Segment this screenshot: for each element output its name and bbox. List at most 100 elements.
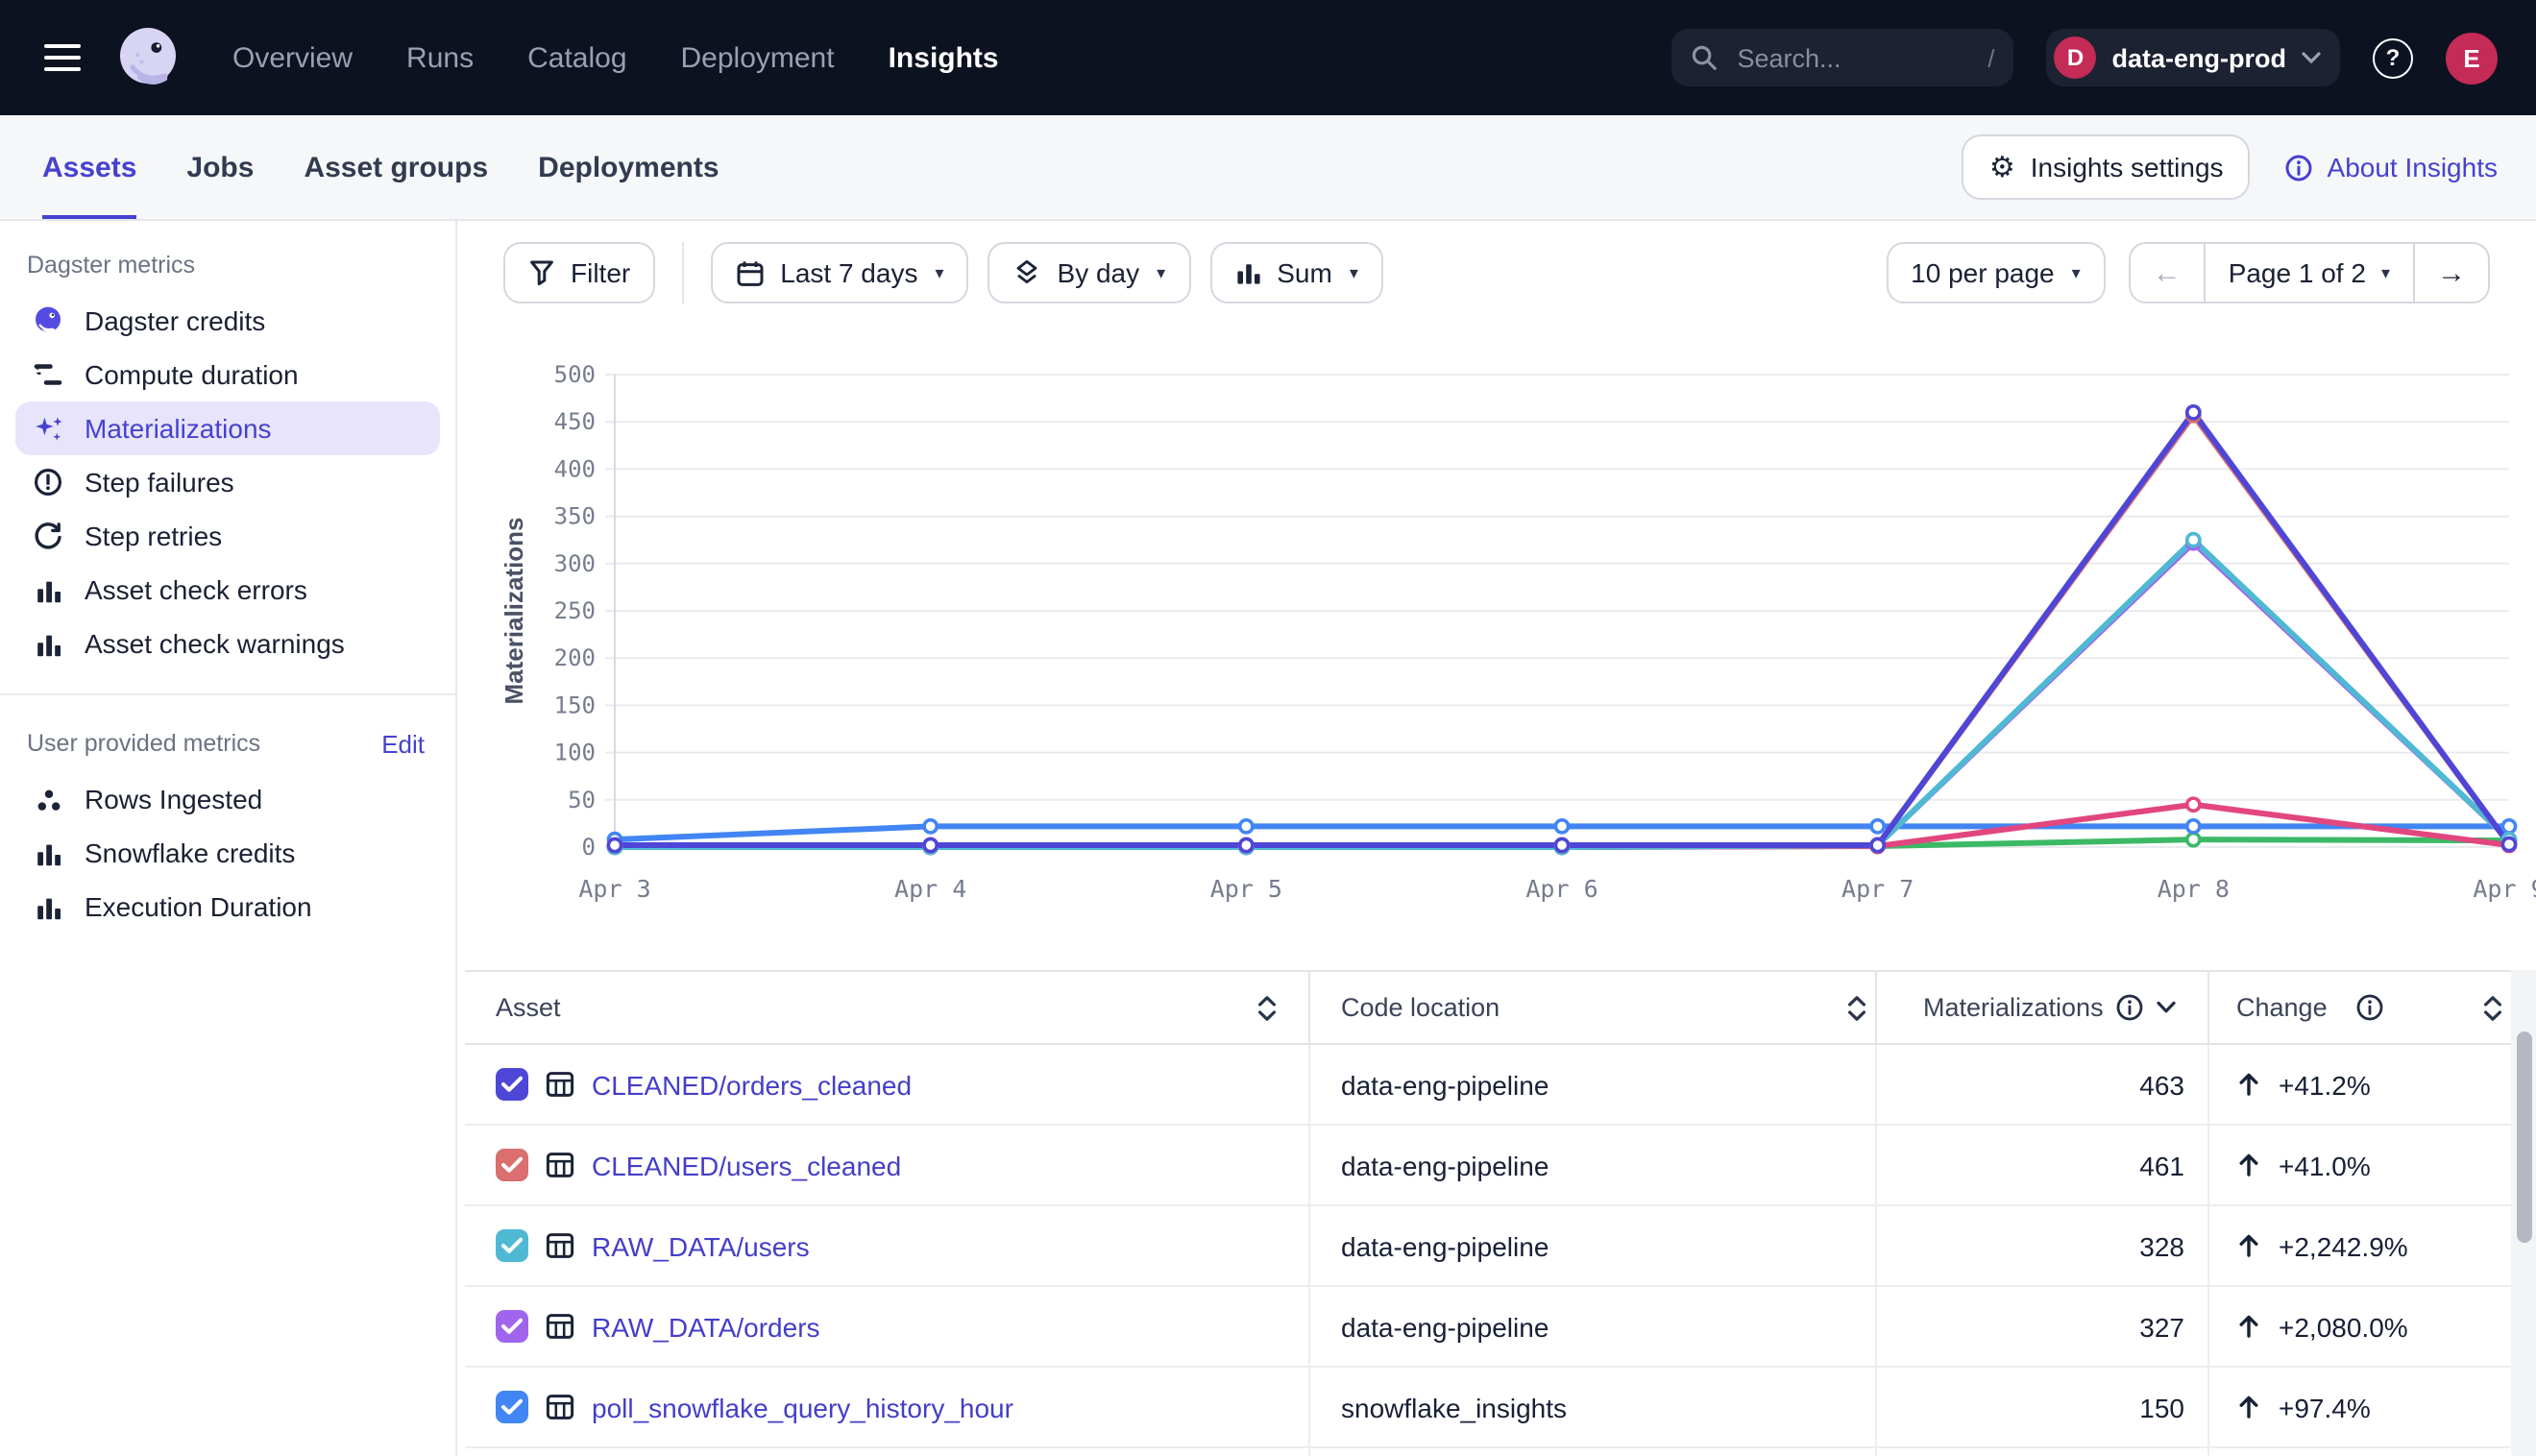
sidebar-item-materializations[interactable]: Materializations bbox=[15, 401, 440, 455]
chevron-down-icon: ▾ bbox=[2072, 262, 2081, 283]
svg-text:350: 350 bbox=[554, 503, 596, 530]
dagster-logo-icon[interactable] bbox=[113, 23, 183, 92]
filter-icon bbox=[528, 259, 555, 286]
asset-link[interactable]: CLEANED/users_cleaned bbox=[592, 1150, 901, 1180]
bar-chart-icon bbox=[31, 838, 65, 867]
sidebar-item-compute-duration[interactable]: Compute duration bbox=[15, 348, 440, 401]
materializations-value: 463 bbox=[1875, 1045, 2207, 1124]
gear-icon: ⚙ bbox=[1989, 153, 2015, 182]
granularity-dropdown[interactable]: By day ▾ bbox=[988, 242, 1191, 303]
svg-text:500: 500 bbox=[554, 361, 596, 388]
about-insights-link[interactable]: About Insights bbox=[2285, 152, 2498, 182]
sidebar-item-rows-ingested[interactable]: Rows Ingested bbox=[15, 772, 440, 826]
sidebar-item-dagster-credits[interactable]: Dagster credits bbox=[15, 294, 440, 348]
table-icon bbox=[546, 1070, 574, 1099]
nav-link-deployment[interactable]: Deployment bbox=[681, 41, 835, 74]
arrow-up-icon bbox=[2236, 1395, 2261, 1420]
sidebar-item-asset-check-warnings[interactable]: Asset check warnings bbox=[15, 617, 440, 670]
insights-sub-nav: Assets Jobs Asset groups Deployments ⚙ Insi… bbox=[0, 115, 2536, 221]
tab-deployments[interactable]: Deployments bbox=[538, 115, 719, 219]
tab-asset-groups[interactable]: Asset groups bbox=[304, 115, 488, 219]
column-header-code-location[interactable]: Code location bbox=[1308, 972, 1875, 1043]
nav-link-insights[interactable]: Insights bbox=[889, 41, 999, 74]
aggregation-label: Sum bbox=[1277, 257, 1332, 288]
asset-cell bbox=[465, 1448, 1308, 1456]
svg-text:Apr 5: Apr 5 bbox=[1210, 875, 1282, 903]
series-checkbox[interactable] bbox=[496, 1068, 528, 1101]
assets-table-body: CLEANED/orders_cleaned data-eng-pipeline4… bbox=[465, 1045, 2511, 1456]
sparkles-icon bbox=[31, 412, 65, 445]
top-nav-right: / D data-eng-prod ? E bbox=[1672, 29, 2499, 86]
org-switcher[interactable]: D data-eng-prod bbox=[2047, 29, 2341, 86]
asset-link[interactable]: CLEANED/orders_cleaned bbox=[592, 1069, 912, 1100]
svg-text:450: 450 bbox=[554, 408, 596, 435]
series-checkbox[interactable] bbox=[496, 1310, 528, 1343]
search-input[interactable] bbox=[1734, 41, 1973, 74]
info-icon[interactable] bbox=[2115, 993, 2144, 1022]
materializations-value bbox=[1875, 1448, 2207, 1456]
aggregation-dropdown[interactable]: Sum ▾ bbox=[1209, 242, 1383, 303]
asset-link[interactable]: RAW_DATA/orders bbox=[592, 1311, 820, 1342]
asset-cell: RAW_DATA/orders bbox=[465, 1287, 1308, 1366]
column-header-change[interactable]: Change bbox=[2207, 972, 2511, 1043]
change-value: +2,080.0% bbox=[2279, 1311, 2408, 1342]
table-row: CLEANED/users_cleaneddata-eng-pipeline46… bbox=[465, 1126, 2511, 1206]
column-header-materializations[interactable]: Materializations bbox=[1875, 972, 2207, 1043]
sort-icon[interactable] bbox=[2482, 992, 2503, 1023]
change-cell bbox=[2207, 1448, 2511, 1456]
code-location-cell bbox=[1308, 1448, 1875, 1456]
series-checkbox[interactable] bbox=[496, 1391, 528, 1423]
insights-settings-button[interactable]: ⚙ Insights settings bbox=[1963, 134, 2251, 200]
table-row-partial bbox=[465, 1448, 2511, 1456]
edit-metrics-link[interactable]: Edit bbox=[381, 729, 425, 758]
svg-text:Apr 8: Apr 8 bbox=[2158, 875, 2230, 903]
asset-cell: RAW_DATA/users bbox=[465, 1206, 1308, 1285]
series-checkbox[interactable] bbox=[496, 1229, 528, 1262]
hamburger-menu-icon[interactable] bbox=[44, 43, 81, 72]
pager: ← Page 1 of 2 ▾ → bbox=[2129, 242, 2490, 303]
user-avatar[interactable]: E bbox=[2446, 32, 2498, 84]
sort-icon[interactable] bbox=[1846, 992, 1867, 1023]
nav-link-catalog[interactable]: Catalog bbox=[527, 41, 626, 74]
bar-chart-icon bbox=[31, 892, 65, 921]
help-icon[interactable]: ? bbox=[2373, 37, 2413, 78]
asset-link[interactable]: RAW_DATA/users bbox=[592, 1230, 810, 1261]
next-page-button[interactable]: → bbox=[2415, 244, 2488, 302]
sidebar-item-snowflake-credits[interactable]: Snowflake credits bbox=[15, 826, 440, 880]
asset-link[interactable]: poll_snowflake_query_history_hour bbox=[592, 1392, 1013, 1422]
change-value: +41.0% bbox=[2279, 1150, 2371, 1180]
tab-assets[interactable]: Assets bbox=[42, 115, 136, 219]
code-location-cell: data-eng-pipeline bbox=[1308, 1126, 1875, 1204]
info-icon[interactable] bbox=[2356, 993, 2385, 1022]
sidebar-item-label: Materializations bbox=[85, 413, 272, 444]
chevron-down-icon bbox=[2302, 52, 2321, 63]
prev-page-button[interactable]: ← bbox=[2131, 244, 2204, 302]
sorted-desc-icon[interactable] bbox=[2156, 1001, 2177, 1014]
assets-table: Asset Code location MaterializationsChange… bbox=[465, 970, 2511, 1456]
sidebar-item-asset-check-errors[interactable]: Asset check errors bbox=[15, 563, 440, 617]
svg-text:Apr 3: Apr 3 bbox=[578, 875, 650, 903]
nav-link-runs[interactable]: Runs bbox=[406, 41, 474, 74]
column-header-asset[interactable]: Asset bbox=[465, 972, 1308, 1043]
sub-nav-right: ⚙ Insights settings About Insights bbox=[1963, 115, 2498, 219]
sidebar-item-label: Compute duration bbox=[85, 359, 299, 390]
nav-link-overview[interactable]: Overview bbox=[232, 41, 353, 74]
insights-tabs: Assets Jobs Asset groups Deployments bbox=[42, 115, 719, 219]
sort-icon[interactable] bbox=[1256, 992, 1278, 1023]
sidebar-item-execution-duration[interactable]: Execution Duration bbox=[15, 880, 440, 934]
svg-text:250: 250 bbox=[554, 597, 596, 624]
date-range-dropdown[interactable]: Last 7 days ▾ bbox=[711, 242, 968, 303]
scrollbar-thumb[interactable] bbox=[2516, 1031, 2531, 1243]
tab-jobs[interactable]: Jobs bbox=[186, 115, 254, 219]
page-select-dropdown[interactable]: Page 1 of 2 ▾ bbox=[2204, 244, 2415, 302]
filter-button[interactable]: Filter bbox=[503, 242, 655, 303]
column-label: Code location bbox=[1341, 993, 1500, 1022]
materializations-value: 327 bbox=[1875, 1287, 2207, 1366]
sidebar-item-step-failures[interactable]: Step failures bbox=[15, 455, 440, 509]
code-location-cell: data-eng-pipeline bbox=[1308, 1045, 1875, 1124]
pagination-controls: 10 per page ▾ ← Page 1 of 2 ▾ → bbox=[1886, 242, 2490, 303]
per-page-dropdown[interactable]: 10 per page ▾ bbox=[1886, 242, 2106, 303]
sidebar-item-step-retries[interactable]: Step retries bbox=[15, 509, 440, 563]
series-checkbox[interactable] bbox=[496, 1149, 528, 1181]
search-box[interactable]: / bbox=[1672, 29, 2014, 86]
